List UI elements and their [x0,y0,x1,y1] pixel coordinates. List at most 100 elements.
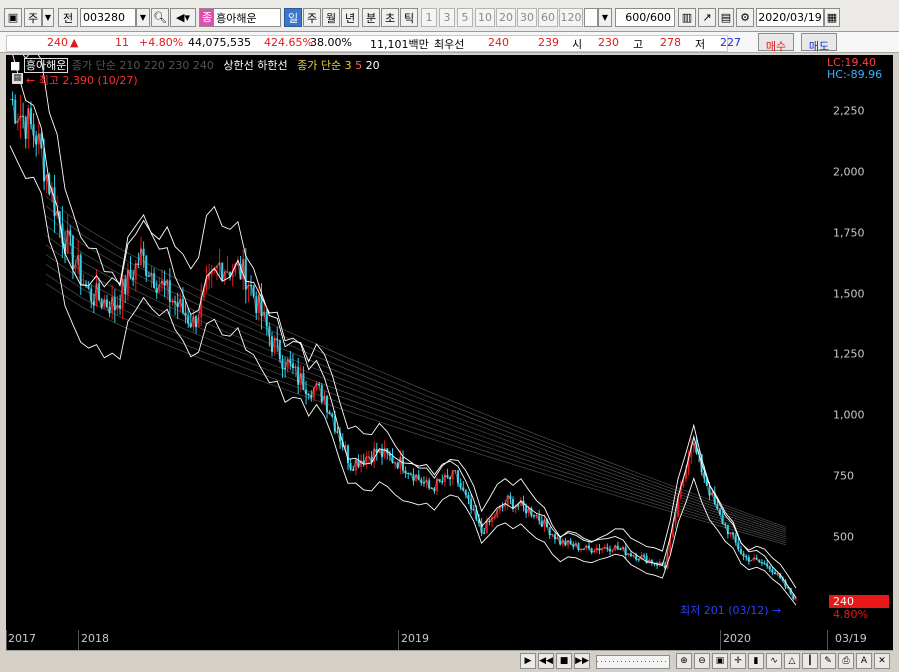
stop-icon[interactable]: ■ [556,653,572,669]
period-tab-day[interactable]: 일 [284,8,302,27]
trend-icon[interactable]: ↗ [698,8,716,27]
interval-20[interactable]: 20 [496,8,516,27]
x-tick: 2017 [8,632,36,645]
high-price: 278 [660,36,681,49]
last-price-tag: 240 [829,595,889,608]
high-label: 고 [633,38,644,51]
candle-count-field[interactable]: 600/600 [615,8,675,27]
calendar-icon[interactable]: ▦ [824,8,840,27]
best-bid: 239 [538,36,559,49]
compare-icon[interactable]: ▥ [678,8,696,27]
y-tick: 2,250 [833,104,865,118]
trade-amount: 11,101백만 [370,38,429,51]
tools-icon[interactable]: ✎ [820,653,836,669]
zoom-out-icon[interactable]: ⊖ [694,653,710,669]
speaker-icon[interactable]: ◀▾ [170,8,196,27]
legend-stock-name[interactable]: 흥아해운 [23,58,69,73]
interval-3[interactable]: 3 [439,8,455,27]
turnover: 38.00% [310,36,352,49]
volume-ratio: 424.65% [264,36,313,49]
legend-ma-periods[interactable]: 210 220 230 240 [119,59,213,72]
crosshair-icon[interactable]: ✛ [730,653,746,669]
y-tick: 1,500 [833,287,865,301]
legend-limit-down[interactable]: 하한선 [257,59,287,72]
stock-name-field[interactable]: 종 흥아해운 [199,8,281,27]
low-price: 227 [720,36,741,49]
ma-line [45,283,787,546]
up-arrow-icon: ▲ [70,36,79,49]
date-field[interactable]: 2020/03/19 [756,8,824,27]
mountain-chart-icon[interactable]: △ [784,653,800,669]
chart-legend: ■ 흥아해운 종가 단순 210 220 230 240 상한선 하한선 종가 … [10,57,380,73]
legend-ma-label[interactable]: 종가 단순 [72,59,116,72]
candle-chart-icon[interactable]: ┃ [802,653,818,669]
ma-line [45,264,787,542]
period-tab-tick[interactable]: 틱 [400,8,418,27]
mode-selector[interactable]: 주 [24,8,42,27]
prev-button[interactable]: 전 [58,8,78,27]
y-tick: 2,000 [833,165,865,179]
text-icon[interactable]: A [856,653,872,669]
y-tick: 750 [833,469,854,483]
y-tick: 500 [833,530,854,544]
best-label: 최우선 [434,38,465,51]
candlestick-series [11,91,797,602]
interval-custom-input[interactable] [584,8,598,27]
fast-forward-icon[interactable]: ▶▶ [574,653,590,669]
low-annotation: 최저 201 (03/12) → [680,604,782,617]
interval-1[interactable]: 1 [421,8,437,27]
price-change: 11 [115,36,129,49]
stock-code-input[interactable]: 003280 [80,8,136,27]
quote-bar: 240 ▲ 11 +4.80% 44,075,535 424.65% 38.00… [0,32,899,53]
high-annotation: ← 최고 2,390 (10/27) [26,74,138,87]
legend-ma2-p3[interactable]: 20 [366,59,380,72]
period-tab-second[interactable]: 초 [381,8,399,27]
ma-line [45,273,787,544]
price-chart[interactable]: ■ 흥아해운 종가 단순 210 220 230 240 상한선 하한선 종가 … [6,55,827,630]
line-chart-icon[interactable]: ∿ [766,653,782,669]
sell-button[interactable]: 매도 [801,33,837,53]
legend-ma2-p1[interactable]: 3 [345,59,352,72]
fit-icon[interactable]: ▣ [712,653,728,669]
period-tab-minute[interactable]: 분 [362,8,380,27]
period-tab-month[interactable]: 월 [322,8,340,27]
bollinger-bands [9,55,797,606]
interval-30[interactable]: 30 [517,8,537,27]
buy-button[interactable]: 매수 [758,33,794,53]
legend-ma2-p2[interactable]: 5 [355,59,362,72]
search-icon[interactable]: 🔍︎ [151,8,169,27]
grid-icon[interactable]: ▦ [12,73,23,84]
interval-dropdown-icon[interactable]: ▼ [598,8,612,27]
zoom-in-icon[interactable]: ⊕ [676,653,692,669]
open-label: 시 [572,38,583,51]
interval-10[interactable]: 10 [475,8,495,27]
period-tab-week[interactable]: 주 [303,8,321,27]
date-axis: 2017 2018 2019 2020 03/19 [6,630,893,650]
bar-chart-icon[interactable]: ▮ [748,653,764,669]
interval-5[interactable]: 5 [457,8,473,27]
price-change-pct: +4.80% [139,36,184,49]
band-line [9,145,797,606]
open-price: 230 [598,36,619,49]
y-tick: 1,250 [833,347,865,361]
mode-dropdown-icon[interactable]: ▼ [42,8,54,27]
legend-ma2-label[interactable]: 종가 단순 [297,59,341,72]
rewind-icon[interactable]: ◀◀ [538,653,554,669]
zoom-slider[interactable] [596,655,670,669]
print-icon[interactable]: ⎙ [838,653,854,669]
moving-average-lines [45,195,787,546]
frame-icon[interactable]: ▣ [4,8,22,27]
gear-icon[interactable]: ⚙ [736,8,754,27]
code-dropdown-icon[interactable]: ▼ [136,8,150,27]
close-icon[interactable]: ✕ [874,653,890,669]
interval-120[interactable]: 120 [559,8,583,27]
last-pct: 4.80% [833,608,868,621]
save-icon[interactable]: ▤ [718,8,734,27]
period-tab-year[interactable]: 년 [341,8,359,27]
price-axis: LC:19.40 HC:-89.96 2,250 2,000 1,750 1,5… [827,55,893,630]
legend-limit-up[interactable]: 상한선 [223,59,253,72]
hc-readout: HC:-89.96 [827,68,883,81]
interval-60[interactable]: 60 [538,8,558,27]
scroll-right-icon[interactable]: ▶ [520,653,536,669]
x-tick: 2019 [401,632,429,645]
